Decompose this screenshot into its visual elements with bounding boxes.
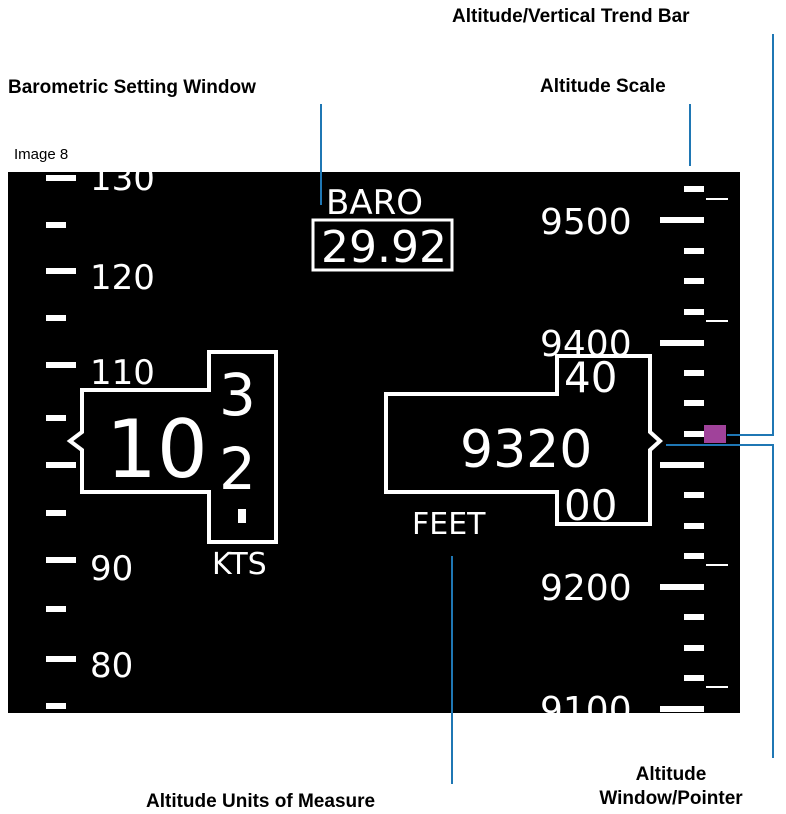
airspeed-tick-major — [46, 268, 76, 274]
trend-notch — [706, 686, 728, 688]
airspeed-label-130: 130 — [90, 172, 155, 199]
pfd-display: 130 120 110 90 80 10 3 2 KTS BARO 29.92 — [8, 172, 740, 713]
altitude-tick-minor — [684, 614, 704, 620]
airspeed-label-80: 80 — [90, 646, 133, 686]
altitude-drum-bottom: 00 — [564, 481, 617, 530]
airspeed-label-110: 110 — [90, 353, 155, 393]
callout-altitude-scale: Altitude Scale — [540, 76, 666, 97]
altitude-ticks — [660, 186, 728, 712]
airspeed-units: KTS — [212, 547, 267, 582]
airspeed-tick-major — [46, 656, 76, 662]
airspeed-drum-mid: 2 — [219, 435, 256, 503]
altitude-trend-bar — [704, 425, 726, 443]
altitude-tick-major — [660, 217, 704, 223]
airspeed-tick-minor — [46, 415, 66, 421]
airspeed-tick-major — [46, 175, 76, 181]
altitude-tick-minor — [684, 309, 704, 315]
airspeed-tick-minor — [46, 703, 66, 709]
callout-units: Altitude Units of Measure — [146, 791, 376, 812]
altitude-tick-major — [660, 462, 704, 468]
trend-notch — [706, 564, 728, 566]
altitude-tick-major — [660, 584, 704, 590]
callout-pointer-line2: Window/Pointer — [599, 788, 743, 809]
altitude-tick-minor — [684, 492, 704, 498]
altitude-tick-minor — [684, 523, 704, 529]
altitude-tick-minor — [684, 248, 704, 254]
altitude-tick-minor — [684, 553, 704, 559]
image-caption: Image 8 — [14, 146, 69, 163]
altitude-tick-major — [660, 706, 704, 712]
airspeed-tick-minor — [46, 315, 66, 321]
trend-notch — [706, 198, 728, 200]
baro-label: BARO — [326, 183, 423, 223]
airspeed-label-120: 120 — [90, 258, 155, 298]
altitude-window-value: 9320 — [460, 420, 592, 480]
airspeed-tick-minor — [46, 606, 66, 612]
airspeed-drum-top: 3 — [219, 361, 256, 429]
altitude-label-9200: 9200 — [540, 568, 632, 609]
airspeed-tick-minor — [46, 222, 66, 228]
callout-trend-bar: Altitude/Vertical Trend Bar — [452, 6, 690, 27]
altitude-tick-minor — [684, 645, 704, 651]
pfd-svg: 130 120 110 90 80 10 3 2 KTS BARO 29.92 — [46, 172, 728, 713]
callout-baro-window: Barometric Setting Window — [8, 77, 256, 98]
trend-notch — [706, 320, 728, 322]
altitude-units: FEET — [412, 507, 486, 542]
airspeed-label-90: 90 — [90, 549, 133, 589]
altitude-tick-minor — [684, 186, 704, 192]
callout-pointer: Altitude Window/Pointer — [576, 763, 766, 811]
baro-value: 29.92 — [321, 222, 447, 273]
callout-pointer-line1: Altitude — [635, 764, 707, 785]
airspeed-drum-next — [238, 509, 246, 523]
airspeed-tick-minor — [46, 510, 66, 516]
airspeed-tick-major — [46, 557, 76, 563]
airspeed-tick-major — [46, 362, 76, 368]
altitude-tick-minor — [684, 278, 704, 284]
altitude-drum-top: 40 — [564, 353, 617, 402]
airspeed-tick-major — [46, 462, 76, 468]
altitude-label-9500: 9500 — [540, 202, 632, 243]
altitude-label-9100: 9100 — [540, 690, 632, 713]
airspeed-window-value: 10 — [106, 403, 208, 496]
altitude-tick-minor — [684, 675, 704, 681]
altitude-tick-minor — [684, 400, 704, 406]
altitude-tick-minor — [684, 370, 704, 376]
altitude-tick-major — [660, 340, 704, 346]
altitude-tick-minor — [684, 431, 704, 437]
